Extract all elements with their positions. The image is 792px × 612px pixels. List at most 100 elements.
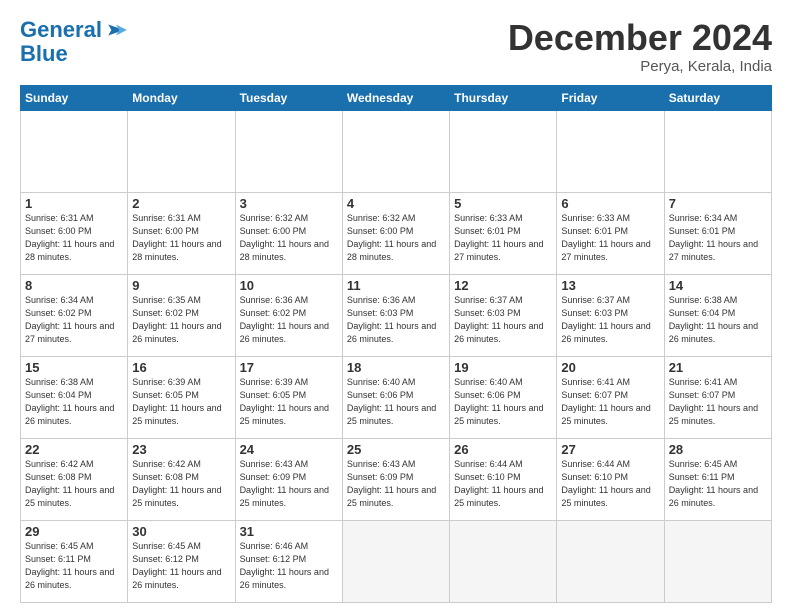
col-monday: Monday bbox=[128, 85, 235, 110]
day-info: Sunrise: 6:37 AMSunset: 6:03 PMDaylight:… bbox=[454, 294, 552, 346]
calendar-cell: 13Sunrise: 6:37 AMSunset: 6:03 PMDayligh… bbox=[557, 274, 664, 356]
col-wednesday: Wednesday bbox=[342, 85, 449, 110]
calendar-cell: 26Sunrise: 6:44 AMSunset: 6:10 PMDayligh… bbox=[450, 438, 557, 520]
day-info: Sunrise: 6:43 AMSunset: 6:09 PMDaylight:… bbox=[347, 458, 445, 510]
col-saturday: Saturday bbox=[664, 85, 771, 110]
day-number: 24 bbox=[240, 442, 338, 457]
week-row-1: 1Sunrise: 6:31 AMSunset: 6:00 PMDaylight… bbox=[21, 192, 772, 274]
day-number: 6 bbox=[561, 196, 659, 211]
calendar-cell bbox=[128, 110, 235, 192]
calendar-cell: 11Sunrise: 6:36 AMSunset: 6:03 PMDayligh… bbox=[342, 274, 449, 356]
day-number: 5 bbox=[454, 196, 552, 211]
calendar-cell: 10Sunrise: 6:36 AMSunset: 6:02 PMDayligh… bbox=[235, 274, 342, 356]
col-sunday: Sunday bbox=[21, 85, 128, 110]
calendar-title: December 2024 bbox=[508, 18, 772, 58]
day-number: 25 bbox=[347, 442, 445, 457]
day-number: 16 bbox=[132, 360, 230, 375]
calendar-cell bbox=[21, 110, 128, 192]
calendar-cell: 28Sunrise: 6:45 AMSunset: 6:11 PMDayligh… bbox=[664, 438, 771, 520]
day-number: 8 bbox=[25, 278, 123, 293]
day-number: 12 bbox=[454, 278, 552, 293]
calendar-cell: 7Sunrise: 6:34 AMSunset: 6:01 PMDaylight… bbox=[664, 192, 771, 274]
day-info: Sunrise: 6:41 AMSunset: 6:07 PMDaylight:… bbox=[561, 376, 659, 428]
day-info: Sunrise: 6:31 AMSunset: 6:00 PMDaylight:… bbox=[132, 212, 230, 264]
calendar-cell bbox=[450, 110, 557, 192]
day-number: 30 bbox=[132, 524, 230, 539]
calendar-cell bbox=[235, 110, 342, 192]
calendar-cell bbox=[342, 110, 449, 192]
day-info: Sunrise: 6:44 AMSunset: 6:10 PMDaylight:… bbox=[561, 458, 659, 510]
day-info: Sunrise: 6:34 AMSunset: 6:02 PMDaylight:… bbox=[25, 294, 123, 346]
day-number: 22 bbox=[25, 442, 123, 457]
calendar-cell: 24Sunrise: 6:43 AMSunset: 6:09 PMDayligh… bbox=[235, 438, 342, 520]
week-row-5: 29Sunrise: 6:45 AMSunset: 6:11 PMDayligh… bbox=[21, 520, 772, 602]
day-number: 9 bbox=[132, 278, 230, 293]
day-info: Sunrise: 6:43 AMSunset: 6:09 PMDaylight:… bbox=[240, 458, 338, 510]
week-row-3: 15Sunrise: 6:38 AMSunset: 6:04 PMDayligh… bbox=[21, 356, 772, 438]
calendar-cell: 23Sunrise: 6:42 AMSunset: 6:08 PMDayligh… bbox=[128, 438, 235, 520]
calendar-cell: 17Sunrise: 6:39 AMSunset: 6:05 PMDayligh… bbox=[235, 356, 342, 438]
calendar-cell: 15Sunrise: 6:38 AMSunset: 6:04 PMDayligh… bbox=[21, 356, 128, 438]
calendar-cell: 5Sunrise: 6:33 AMSunset: 6:01 PMDaylight… bbox=[450, 192, 557, 274]
week-row-4: 22Sunrise: 6:42 AMSunset: 6:08 PMDayligh… bbox=[21, 438, 772, 520]
day-info: Sunrise: 6:36 AMSunset: 6:02 PMDaylight:… bbox=[240, 294, 338, 346]
calendar-cell: 3Sunrise: 6:32 AMSunset: 6:00 PMDaylight… bbox=[235, 192, 342, 274]
calendar-cell: 25Sunrise: 6:43 AMSunset: 6:09 PMDayligh… bbox=[342, 438, 449, 520]
calendar-cell: 16Sunrise: 6:39 AMSunset: 6:05 PMDayligh… bbox=[128, 356, 235, 438]
col-tuesday: Tuesday bbox=[235, 85, 342, 110]
day-number: 15 bbox=[25, 360, 123, 375]
calendar-table: Sunday Monday Tuesday Wednesday Thursday… bbox=[20, 85, 772, 603]
col-thursday: Thursday bbox=[450, 85, 557, 110]
calendar-cell: 2Sunrise: 6:31 AMSunset: 6:00 PMDaylight… bbox=[128, 192, 235, 274]
header: General Blue December 2024 Perya, Kerala… bbox=[20, 18, 772, 75]
calendar-cell: 31Sunrise: 6:46 AMSunset: 6:12 PMDayligh… bbox=[235, 520, 342, 602]
day-info: Sunrise: 6:46 AMSunset: 6:12 PMDaylight:… bbox=[240, 540, 338, 592]
day-info: Sunrise: 6:39 AMSunset: 6:05 PMDaylight:… bbox=[132, 376, 230, 428]
day-info: Sunrise: 6:38 AMSunset: 6:04 PMDaylight:… bbox=[25, 376, 123, 428]
day-number: 31 bbox=[240, 524, 338, 539]
day-info: Sunrise: 6:45 AMSunset: 6:11 PMDaylight:… bbox=[669, 458, 767, 510]
day-info: Sunrise: 6:31 AMSunset: 6:00 PMDaylight:… bbox=[25, 212, 123, 264]
calendar-cell: 12Sunrise: 6:37 AMSunset: 6:03 PMDayligh… bbox=[450, 274, 557, 356]
day-number: 29 bbox=[25, 524, 123, 539]
day-info: Sunrise: 6:33 AMSunset: 6:01 PMDaylight:… bbox=[454, 212, 552, 264]
day-number: 27 bbox=[561, 442, 659, 457]
day-info: Sunrise: 6:38 AMSunset: 6:04 PMDaylight:… bbox=[669, 294, 767, 346]
calendar-cell: 29Sunrise: 6:45 AMSunset: 6:11 PMDayligh… bbox=[21, 520, 128, 602]
day-info: Sunrise: 6:37 AMSunset: 6:03 PMDaylight:… bbox=[561, 294, 659, 346]
day-number: 28 bbox=[669, 442, 767, 457]
calendar-cell: 1Sunrise: 6:31 AMSunset: 6:00 PMDaylight… bbox=[21, 192, 128, 274]
week-row-2: 8Sunrise: 6:34 AMSunset: 6:02 PMDaylight… bbox=[21, 274, 772, 356]
day-number: 14 bbox=[669, 278, 767, 293]
day-number: 1 bbox=[25, 196, 123, 211]
day-number: 26 bbox=[454, 442, 552, 457]
day-number: 7 bbox=[669, 196, 767, 211]
calendar-cell: 19Sunrise: 6:40 AMSunset: 6:06 PMDayligh… bbox=[450, 356, 557, 438]
calendar-cell bbox=[557, 110, 664, 192]
calendar-subtitle: Perya, Kerala, India bbox=[508, 58, 772, 75]
calendar-cell bbox=[342, 520, 449, 602]
calendar-cell: 9Sunrise: 6:35 AMSunset: 6:02 PMDaylight… bbox=[128, 274, 235, 356]
day-info: Sunrise: 6:45 AMSunset: 6:11 PMDaylight:… bbox=[25, 540, 123, 592]
calendar-cell: 21Sunrise: 6:41 AMSunset: 6:07 PMDayligh… bbox=[664, 356, 771, 438]
day-number: 19 bbox=[454, 360, 552, 375]
day-number: 13 bbox=[561, 278, 659, 293]
calendar-cell bbox=[450, 520, 557, 602]
day-number: 20 bbox=[561, 360, 659, 375]
day-info: Sunrise: 6:44 AMSunset: 6:10 PMDaylight:… bbox=[454, 458, 552, 510]
day-info: Sunrise: 6:32 AMSunset: 6:00 PMDaylight:… bbox=[347, 212, 445, 264]
title-block: December 2024 Perya, Kerala, India bbox=[508, 18, 772, 75]
calendar-header-row: Sunday Monday Tuesday Wednesday Thursday… bbox=[21, 85, 772, 110]
calendar-cell: 6Sunrise: 6:33 AMSunset: 6:01 PMDaylight… bbox=[557, 192, 664, 274]
calendar-cell: 27Sunrise: 6:44 AMSunset: 6:10 PMDayligh… bbox=[557, 438, 664, 520]
calendar-cell bbox=[557, 520, 664, 602]
day-info: Sunrise: 6:42 AMSunset: 6:08 PMDaylight:… bbox=[25, 458, 123, 510]
logo-blue-text: Blue bbox=[20, 41, 68, 66]
day-info: Sunrise: 6:34 AMSunset: 6:01 PMDaylight:… bbox=[669, 212, 767, 264]
day-info: Sunrise: 6:40 AMSunset: 6:06 PMDaylight:… bbox=[347, 376, 445, 428]
day-info: Sunrise: 6:36 AMSunset: 6:03 PMDaylight:… bbox=[347, 294, 445, 346]
calendar-cell: 22Sunrise: 6:42 AMSunset: 6:08 PMDayligh… bbox=[21, 438, 128, 520]
day-number: 18 bbox=[347, 360, 445, 375]
day-number: 11 bbox=[347, 278, 445, 293]
calendar-cell: 8Sunrise: 6:34 AMSunset: 6:02 PMDaylight… bbox=[21, 274, 128, 356]
